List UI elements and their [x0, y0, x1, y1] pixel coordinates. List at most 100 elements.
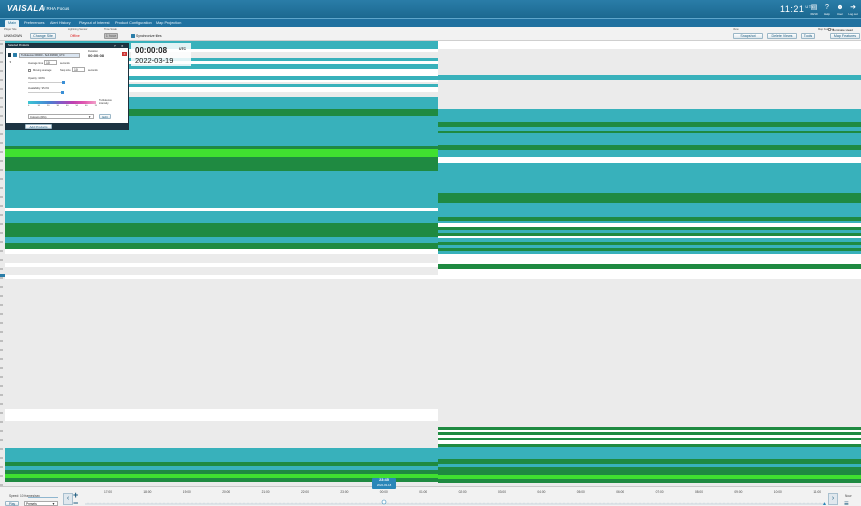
timeline-tick-label: 10:00 — [774, 490, 782, 494]
colorbar-tick-label: 20 — [47, 105, 50, 107]
right-band — [438, 279, 861, 427]
timeline-tick-label: 07:00 — [656, 490, 664, 494]
frame-date: 2022-03-19 — [135, 56, 174, 65]
left-band — [5, 211, 438, 223]
now-label[interactable]: Now — [845, 494, 851, 498]
panel-header: Selected Products ? ✕ — [6, 44, 128, 48]
right-band — [438, 254, 861, 264]
timeline-tick-label: 23:00 — [340, 490, 348, 494]
panel-close-icon[interactable]: ✕ — [121, 44, 124, 48]
clock-time: 11:21 — [780, 4, 805, 14]
panel-footer: Add Products — [6, 123, 128, 130]
panel-help-icon[interactable]: ? — [114, 44, 116, 48]
right-band — [438, 238, 861, 242]
timeline-tick-label: 20:00 — [222, 490, 230, 494]
colorbar-tick-label: 60 — [85, 105, 88, 107]
frame-timezone: UTC — [179, 47, 186, 51]
right-band — [438, 479, 861, 483]
left-band — [5, 267, 438, 275]
help-label: Help — [824, 12, 830, 16]
help-icon[interactable]: ? Help — [821, 3, 833, 17]
right-band — [438, 242, 861, 245]
change-site-button[interactable]: Change Site — [30, 33, 56, 39]
right-band — [438, 430, 861, 432]
timeline-tick-label: 00:00 — [380, 490, 388, 494]
tab-map-projection[interactable]: Map Projection — [153, 20, 184, 27]
scale-position-marker[interactable] — [0, 274, 5, 277]
tab-product-configuration[interactable]: Product Configuration — [112, 20, 155, 27]
map-features-button[interactable]: Map Features — [830, 33, 860, 39]
right-band — [438, 163, 861, 193]
right-band — [438, 75, 861, 80]
timeline-scale[interactable]: 17:00 18:00 19:00 20:00 21:00 22:00 23:00 00:00… — [0, 487, 861, 506]
menu-icon[interactable]: ≡ — [844, 499, 849, 506]
right-band — [438, 432, 861, 435]
left-band — [5, 146, 438, 149]
timeline-tick-label: 01:00 — [419, 490, 427, 494]
availability-slider-handle[interactable] — [61, 91, 64, 94]
timeline-handle[interactable] — [381, 499, 387, 505]
right-band — [438, 122, 861, 127]
drag-handle-icon[interactable] — [8, 53, 11, 57]
right-band — [438, 245, 861, 248]
step-size-input[interactable]: 10 — [72, 67, 85, 72]
right-band — [438, 150, 861, 157]
right-band — [438, 221, 861, 223]
moving-average-checkbox[interactable] — [28, 69, 31, 72]
right-band — [438, 157, 861, 163]
snapshot-button[interactable]: Snapshot — [733, 33, 763, 39]
timeline-tick-label: 02:00 — [459, 490, 467, 494]
player-site-label: Player Site — [4, 28, 17, 31]
opacity-slider-handle[interactable] — [62, 81, 65, 84]
right-band — [438, 264, 861, 269]
left-band — [5, 149, 438, 157]
tab-main[interactable]: Main — [5, 20, 20, 27]
player-site-value: UNKNOWN — [4, 34, 22, 38]
user-icon[interactable]: ☻ User — [834, 3, 846, 17]
colours-select[interactable]: Colours (RG) ▼ — [28, 114, 94, 119]
step-size-label: Step size — [60, 69, 71, 72]
view-label: View — [733, 28, 739, 31]
remove-product-icon[interactable]: ✕ — [122, 52, 127, 56]
tab-playout-of-interest[interactable]: Playout of Interest — [76, 20, 113, 27]
edit-colours-button[interactable]: Edit — [99, 114, 111, 119]
product-select[interactable]: Turbulence FR000 - Sub FR000_UTC — [19, 53, 80, 58]
right-band — [438, 475, 861, 479]
timeline-tick-label: 05:00 — [577, 490, 585, 494]
opacity-label: Opacity: 100% — [28, 77, 45, 80]
add-products-button[interactable]: Add Products — [25, 124, 52, 129]
time-scale-select[interactable]: 1 hour — [104, 33, 118, 39]
right-band — [438, 203, 861, 217]
synchronize-checkbox[interactable] — [131, 34, 135, 38]
timeline-tick-label: 04:00 — [537, 490, 545, 494]
lightning-status: Offline — [70, 34, 80, 38]
calendar-icon[interactable]: ▤ 09/19 — [808, 3, 820, 17]
delete-views-button[interactable]: Delete Views — [767, 33, 797, 39]
availability-slider-track — [28, 92, 64, 93]
right-band — [438, 227, 861, 230]
tools-button[interactable]: Tools — [801, 33, 815, 39]
calendar-label: 09/19 — [810, 12, 818, 16]
current-time-marker[interactable]: 23:45 2022-03-18 — [372, 478, 396, 489]
right-band — [438, 131, 861, 133]
data-visualization[interactable] — [0, 41, 861, 486]
logout-icon[interactable]: ➜ Log out — [847, 3, 859, 17]
opacity-slider-track — [28, 82, 64, 83]
right-band — [438, 127, 861, 131]
left-band — [5, 409, 438, 421]
left-band — [5, 470, 438, 474]
colorbar-unit: Turbulence intensity — [99, 99, 112, 105]
right-band — [438, 251, 861, 254]
illuminate-checkbox[interactable] — [828, 28, 831, 31]
tab-alert-history[interactable]: Alert History — [47, 20, 74, 27]
right-band — [438, 233, 861, 236]
collapse-chevron-icon[interactable]: ▼ — [9, 61, 12, 64]
right-band — [438, 438, 861, 440]
marker-date: 2022-03-18 — [376, 483, 392, 487]
scroll-forward-button[interactable]: › — [828, 493, 838, 505]
average-time-input[interactable]: 10 — [44, 60, 57, 65]
product-visible-checkbox[interactable] — [13, 53, 17, 57]
timeline-tick-label: 06:00 — [616, 490, 624, 494]
tab-preferences[interactable]: Preferences — [21, 20, 47, 27]
colours-select-value: Colours (RG) — [30, 115, 47, 119]
